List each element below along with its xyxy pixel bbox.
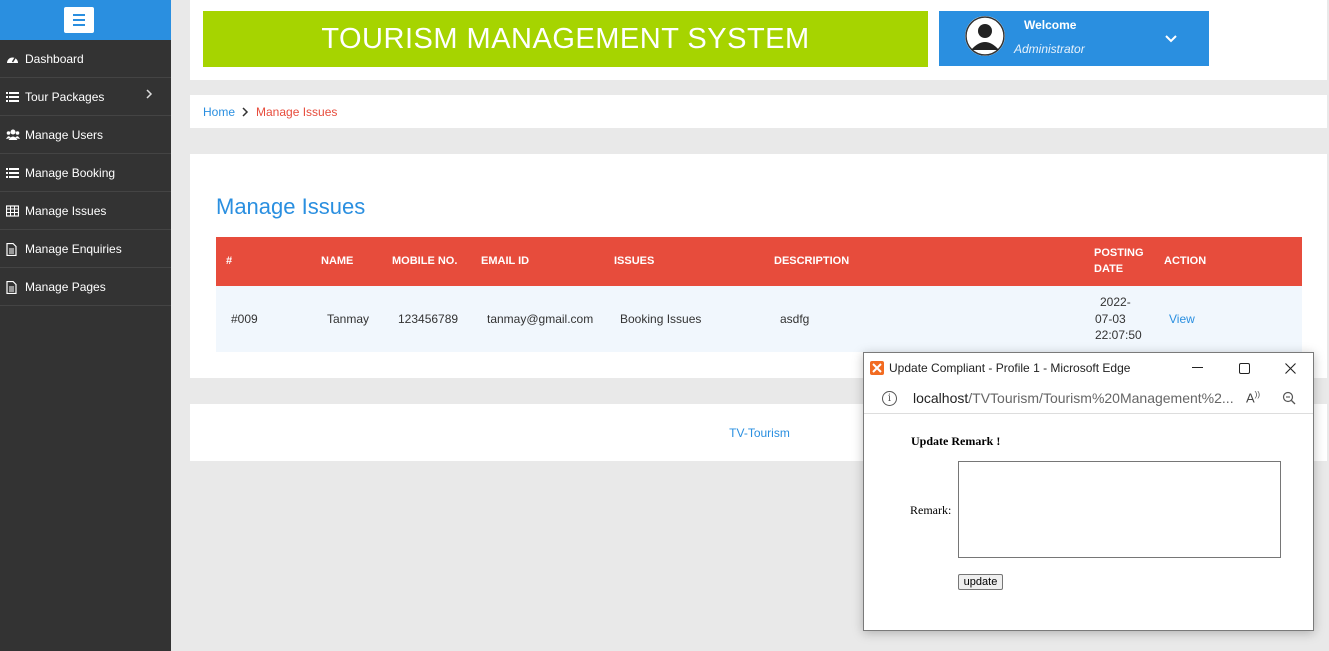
cell-id: #009 bbox=[231, 312, 258, 326]
popup-content: Update Remark ! Remark: update bbox=[864, 415, 1313, 630]
url-host: localhost bbox=[913, 390, 969, 406]
sidebar-item-manage-pages[interactable]: Manage Pages bbox=[0, 268, 171, 306]
page-title: Manage Issues bbox=[216, 194, 366, 219]
cell-email: tanmay@gmail.com bbox=[487, 312, 594, 326]
column-header-action: ACTION bbox=[1164, 255, 1207, 267]
cell-date-line2: 07-03 bbox=[1095, 312, 1126, 326]
users-icon bbox=[6, 129, 20, 141]
column-header-description: DESCRIPTION bbox=[774, 255, 850, 267]
sidebar-item-label: Manage Pages bbox=[25, 279, 106, 294]
cell-date-line3: 22:07:50 bbox=[1095, 328, 1142, 342]
table-row: #009 Tanmay 123456789 tanmay@gmail.com B… bbox=[216, 286, 1302, 352]
xampp-favicon-icon bbox=[870, 361, 884, 375]
top-header: TOURISM MANAGEMENT SYSTEM Welcome Admini… bbox=[190, 0, 1327, 80]
view-link[interactable]: View bbox=[1169, 312, 1195, 326]
column-header-posting: POSTING bbox=[1094, 247, 1144, 259]
read-aloud-icon[interactable]: A)) bbox=[1246, 390, 1260, 405]
user-role: Administrator bbox=[1014, 42, 1085, 56]
sidebar-item-tour-packages[interactable]: Tour Packages bbox=[0, 78, 171, 116]
sidebar-item-label: Dashboard bbox=[25, 51, 84, 66]
sidebar-item-label: Manage Booking bbox=[25, 165, 116, 180]
maximize-icon[interactable] bbox=[1231, 357, 1257, 379]
breadcrumb-home-link[interactable]: Home bbox=[203, 105, 235, 119]
sidebar-item-dashboard[interactable]: Dashboard bbox=[0, 40, 171, 78]
sidebar-item-manage-booking[interactable]: Manage Booking bbox=[0, 154, 171, 192]
footer-link[interactable]: TV-Tourism bbox=[729, 426, 790, 440]
column-header-number: # bbox=[226, 255, 233, 267]
sidebar-header bbox=[0, 0, 171, 40]
minimize-icon[interactable] bbox=[1184, 357, 1210, 379]
sidebar-item-label: Manage Issues bbox=[25, 203, 107, 218]
cell-mobile: 123456789 bbox=[398, 312, 459, 326]
dashboard-icon bbox=[6, 53, 20, 65]
file-icon bbox=[6, 280, 20, 294]
sidebar-item-manage-enquiries[interactable]: Manage Enquiries bbox=[0, 230, 171, 268]
avatar bbox=[965, 16, 1005, 56]
sidebar-item-label: Manage Users bbox=[25, 127, 104, 142]
sidebar-item-label: Manage Enquiries bbox=[25, 241, 122, 256]
column-header-date: DATE bbox=[1094, 263, 1124, 275]
info-icon[interactable]: i bbox=[882, 391, 897, 406]
update-button[interactable]: update bbox=[958, 574, 1003, 590]
chevron-right-icon bbox=[146, 88, 153, 102]
address-bar[interactable]: i localhost/TVTourism/Tourism%20Manageme… bbox=[864, 384, 1313, 414]
file-icon bbox=[6, 242, 20, 256]
remark-textarea[interactable] bbox=[958, 461, 1281, 558]
site-title: TOURISM MANAGEMENT SYSTEM bbox=[203, 11, 928, 67]
window-title: Update Compliant - Profile 1 - Microsoft… bbox=[889, 361, 1131, 375]
welcome-label: Welcome bbox=[1024, 18, 1077, 32]
table-header: # NAME MOBILE NO. EMAIL ID ISSUES DESCRI… bbox=[216, 237, 1302, 286]
address-url[interactable]: localhost/TVTourism/Tourism%20Management… bbox=[913, 390, 1234, 406]
issues-panel: Manage Issues # NAME MOBILE NO. EMAIL ID… bbox=[190, 154, 1327, 378]
user-menu[interactable]: Welcome Administrator bbox=[939, 11, 1209, 66]
remark-label: Remark: bbox=[910, 503, 952, 517]
chevron-down-icon[interactable] bbox=[1165, 30, 1177, 48]
sidebar-item-manage-issues[interactable]: Manage Issues bbox=[0, 192, 171, 230]
list-icon bbox=[6, 167, 20, 179]
cell-date-line1: 2022- bbox=[1100, 295, 1131, 309]
column-header-name: NAME bbox=[321, 255, 354, 267]
update-remark-heading: Update Remark ! bbox=[911, 434, 1001, 448]
column-header-issues: ISSUES bbox=[614, 255, 655, 267]
sidebar: Dashboard Tour Packages Manage Users Man… bbox=[0, 0, 171, 651]
cell-name: Tanmay bbox=[327, 312, 370, 326]
breadcrumb: Home Manage Issues bbox=[190, 95, 1327, 128]
column-header-mobile: MOBILE NO. bbox=[392, 255, 458, 267]
window-titlebar[interactable]: Update Compliant - Profile 1 - Microsoft… bbox=[864, 353, 1313, 383]
breadcrumb-current: Manage Issues bbox=[256, 104, 338, 119]
sidebar-item-manage-users[interactable]: Manage Users bbox=[0, 116, 171, 154]
sidebar-item-label: Tour Packages bbox=[25, 89, 105, 104]
chevron-right-icon bbox=[242, 106, 249, 117]
url-path: /TVTourism/Tourism%20Management%2... bbox=[968, 390, 1234, 406]
hamburger-menu-icon[interactable] bbox=[63, 7, 94, 33]
cell-issue: Booking Issues bbox=[620, 312, 702, 326]
cell-description: asdfg bbox=[780, 312, 810, 326]
close-icon[interactable] bbox=[1277, 357, 1303, 379]
list-icon bbox=[6, 91, 20, 103]
update-remark-popup-window: Update Compliant - Profile 1 - Microsoft… bbox=[863, 352, 1314, 631]
zoom-out-icon[interactable] bbox=[1282, 391, 1296, 408]
column-header-email: EMAIL ID bbox=[481, 255, 530, 267]
table-icon bbox=[6, 204, 20, 217]
